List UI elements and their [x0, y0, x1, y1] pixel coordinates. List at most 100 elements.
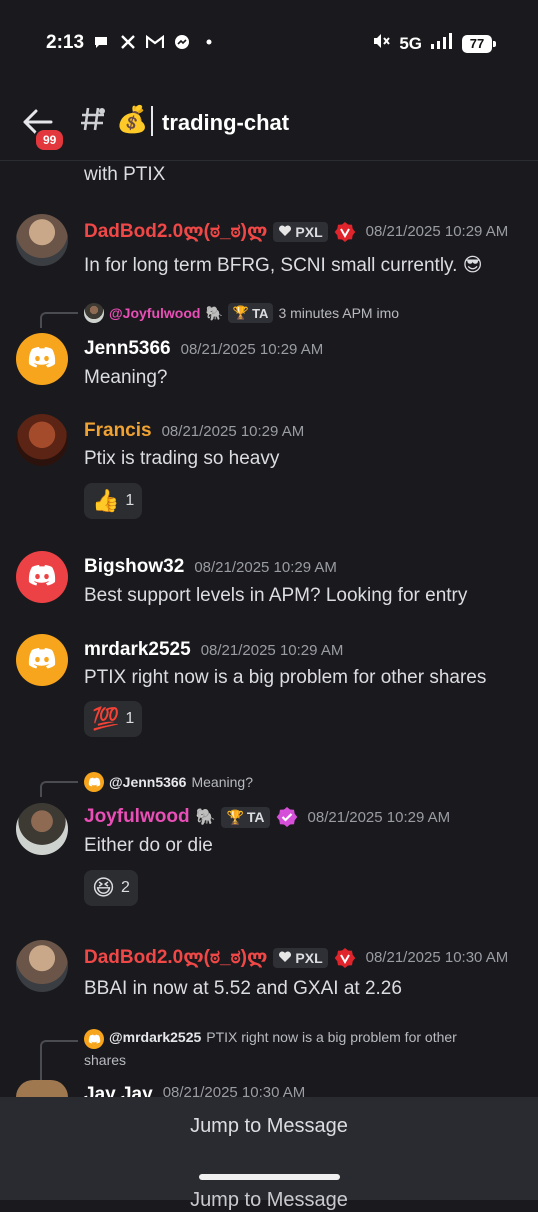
username[interactable]: DadBod2.0ლ(ಠ_ಠ)ლ [84, 220, 267, 243]
elephant-emoji: 🐘 [195, 809, 216, 826]
reply-connector [40, 781, 78, 797]
heart-icon [278, 950, 292, 966]
reply-text: PTIX right now is a big problem for othe… [206, 1029, 457, 1045]
reply-preview[interactable]: @mrdark2525 PTIX right now is a big prob… [84, 1029, 457, 1049]
timestamp: 08/21/2025 10:29 AM [307, 808, 451, 826]
server-tag[interactable]: PXL [273, 221, 328, 242]
reply-avatar [84, 1029, 104, 1049]
reply-avatar [84, 772, 104, 792]
more-dot-icon [200, 33, 218, 51]
reply-preview[interactable]: @Joyfulwood 🐘 🏆 TA 3 minutes APM imo [84, 303, 399, 323]
reaction-laughing[interactable]: 😆 2 [84, 870, 138, 906]
system-icons: 5G 77 [371, 32, 496, 55]
sunglasses-emoji: 😎 [462, 255, 483, 276]
avatar[interactable] [16, 940, 68, 992]
username[interactable]: Jay Jay [84, 1084, 153, 1097]
thread-hash-icon [78, 104, 108, 142]
message-text: BBAI in now at 5.52 and GXAI at 2.26 [84, 978, 402, 999]
laughing-emoji: 😆 [92, 875, 115, 900]
elephant-emoji: 🐘 [205, 304, 223, 321]
reply-preview[interactable]: @Jenn5366 Meaning? [84, 772, 253, 792]
timestamp: 08/21/2025 10:29 AM [200, 641, 344, 659]
header-divider [151, 106, 153, 136]
avatar[interactable] [16, 414, 68, 466]
username[interactable]: Joyfulwood [84, 806, 190, 828]
reply-text: 3 minutes APM imo [278, 305, 400, 321]
network-label: 5G [399, 33, 422, 53]
unread-badge: 99 [34, 128, 66, 152]
jump-to-message-ghost: Jump to Message [190, 1189, 348, 1211]
avatar[interactable] [16, 634, 68, 686]
reply-username: @Jenn5366 [109, 774, 187, 790]
username[interactable]: Francis [84, 420, 152, 442]
messenger-icon [173, 33, 191, 51]
jump-to-message-button[interactable]: Jump to Message [0, 1115, 538, 1138]
message-header: Jay Jay 08/21/2025 10:30 AM [84, 1084, 305, 1097]
channel-header: 99 💰 trading-chat [0, 88, 538, 161]
server-tag: 🏆 TA [227, 303, 274, 323]
message-body: In for long term BFRG, SCNI small curren… [84, 255, 458, 276]
timestamp: 08/21/2025 10:29 AM [180, 340, 324, 358]
avatar[interactable] [16, 551, 68, 603]
avatar[interactable] [16, 1080, 68, 1097]
timestamp: 08/21/2025 10:29 AM [194, 558, 337, 576]
jump-bar: Jump to Message Jump to Message [0, 1097, 538, 1211]
reply-connector [40, 312, 78, 328]
message-text: Best support levels in APM? Looking for … [84, 585, 468, 606]
discord-logo-icon [27, 564, 57, 591]
mute-icon [371, 32, 391, 55]
message-text: Ptix is trading so heavy [84, 448, 280, 469]
timestamp: 08/21/2025 10:30 AM [162, 1084, 306, 1097]
channel-name[interactable]: trading-chat [162, 110, 289, 136]
message-text: Meaning? [84, 367, 168, 388]
message-text: with PTIX [84, 164, 166, 185]
verified-badge-icon [276, 806, 298, 828]
chat-bubble-icon [92, 33, 110, 51]
message-header: Francis 08/21/2025 10:29 AM [84, 420, 304, 442]
discord-logo-icon [27, 647, 57, 674]
reply-text-continued: shares [84, 1052, 127, 1068]
username[interactable]: mrdark2525 [84, 639, 191, 661]
username[interactable]: DadBod2.0ლ(ಠ_ಠ)ლ [84, 946, 267, 969]
home-indicator[interactable] [199, 1174, 340, 1180]
username[interactable]: Jenn5366 [84, 338, 171, 360]
x-app-icon [119, 33, 137, 51]
timestamp: 08/21/2025 10:29 AM [365, 223, 509, 240]
tag-label: TA [246, 809, 265, 825]
notification-icons [92, 33, 218, 51]
hundred-points-emoji: 💯 [92, 706, 120, 731]
server-tag[interactable]: 🏆 TA [221, 806, 270, 828]
message-text: PTIX right now is a big problem for othe… [84, 667, 487, 688]
timestamp: 08/21/2025 10:30 AM [365, 949, 509, 966]
trophy-icon: 🏆 [232, 305, 250, 320]
message-header: DadBod2.0ლ(ಠ_ಠ)ლ PXL 08/21/2025 10:30 AM [84, 946, 508, 969]
message-header: Bigshow32 08/21/2025 10:29 AM [84, 556, 337, 578]
avatar[interactable] [16, 333, 68, 385]
avatar[interactable] [16, 214, 68, 266]
username[interactable]: Bigshow32 [84, 556, 184, 578]
message-text: In for long term BFRG, SCNI small curren… [84, 254, 483, 277]
role-badge-icon [334, 947, 356, 969]
reaction-hundred[interactable]: 💯 1 [84, 701, 143, 737]
discord-logo-icon [27, 346, 57, 373]
gmail-icon [146, 33, 164, 51]
timestamp: 08/21/2025 10:29 AM [161, 422, 305, 440]
heart-icon [278, 224, 292, 240]
message-text: Either do or die [84, 835, 213, 856]
reply-username: @Joyfulwood [109, 305, 201, 321]
trophy-icon: 🏆 [226, 808, 244, 825]
message-header: DadBod2.0ლ(ಠ_ಠ)ლ PXL 08/21/2025 10:29 AM [84, 220, 508, 243]
reaction-thumbs-up[interactable]: 👍 1 [84, 483, 143, 519]
tag-label: PXL [295, 949, 323, 966]
server-tag[interactable]: PXL [273, 947, 328, 968]
reaction-count: 1 [125, 710, 135, 727]
reply-connector [40, 1040, 78, 1080]
reply-text: Meaning? [191, 774, 253, 790]
thumbs-up-emoji: 👍 [92, 488, 120, 513]
battery-icon: 77 [462, 34, 496, 53]
avatar[interactable] [16, 803, 68, 855]
reply-avatar [84, 303, 104, 323]
reaction-count: 1 [125, 492, 135, 509]
channel-emoji: 💰 [116, 104, 149, 134]
reply-username: @mrdark2525 [109, 1029, 202, 1045]
